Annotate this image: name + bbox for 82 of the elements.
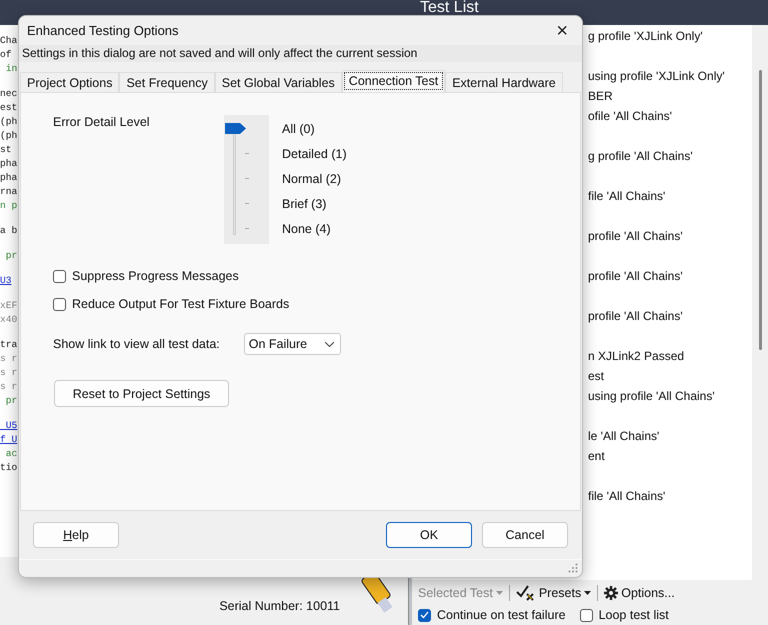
ok-button[interactable]: OK (386, 522, 472, 548)
level-label: Detailed (1) (282, 147, 347, 163)
code-line: s r (0, 366, 18, 380)
test-list-item[interactable]: profile 'All Chains' (588, 309, 683, 323)
tab[interactable]: Connection Test (342, 70, 446, 92)
checkbox-label: Continue on test failure (437, 608, 566, 622)
tab[interactable]: Set Frequency (119, 72, 215, 92)
caret-icon (496, 591, 503, 595)
tab[interactable]: Project Options (20, 72, 120, 92)
test-list-item[interactable]: file 'All Chains' (588, 489, 666, 503)
notice-text: Settings in this dialog are not saved and will only affect the current session (19, 45, 582, 62)
test-list-item[interactable]: n XJLink2 Passed (588, 349, 684, 363)
code-link[interactable]: U3 (0, 274, 12, 288)
checkbox[interactable] (53, 298, 66, 310)
test-list-item[interactable]: le 'All Chains' (588, 429, 660, 443)
tab[interactable]: Set Global Variables (214, 72, 342, 92)
checkbox[interactable] (418, 608, 431, 622)
reset-button[interactable]: Reset to Project Settings (54, 380, 229, 407)
test-list-item[interactable]: BER (588, 89, 613, 103)
close-button[interactable]: × (550, 20, 574, 40)
code-line: st (0, 143, 12, 157)
panel-title: Test List (420, 0, 479, 16)
code-line: nec (0, 87, 18, 101)
code-line: tio (0, 461, 18, 475)
checkbox-label: Suppress Progress Messages (72, 269, 239, 283)
code-line: (ph (0, 129, 18, 143)
code-line: (ph (0, 115, 18, 129)
caret-icon (584, 591, 592, 595)
test-list-item[interactable]: g profile 'XJLink Only' (588, 29, 703, 43)
code-line: est (0, 101, 18, 115)
test-list-item[interactable]: ofile 'All Chains' (588, 109, 672, 123)
level-slider[interactable] (224, 115, 269, 244)
code-line: of (0, 48, 12, 62)
code-line: in (4, 62, 18, 76)
code-line: xEF (0, 299, 18, 313)
code-line: pr (4, 249, 18, 263)
code-line: n p (0, 199, 18, 213)
test-list-item[interactable]: ent (588, 449, 605, 463)
code-line: x40 (0, 313, 18, 327)
code-link[interactable]: U5 (0, 419, 18, 433)
level-label: Brief (3) (282, 197, 328, 213)
test-list-item[interactable]: file 'All Chains' (588, 189, 666, 203)
dialog-title: Enhanced Testing Options (27, 23, 179, 38)
field-label: Show link to view all test data: (53, 337, 220, 351)
test-list-item[interactable]: profile 'All Chains' (588, 229, 683, 243)
code-line: pha (0, 171, 18, 185)
tab[interactable]: External Hardware (445, 72, 563, 92)
code-line: pr (4, 394, 18, 408)
test-list-item[interactable]: using profile 'All Chains' (588, 389, 715, 403)
field-label: Error Detail Level (53, 115, 151, 131)
code-line: s r (0, 380, 18, 394)
code-line: s r (0, 352, 18, 366)
settings-icon (604, 586, 618, 600)
code-link[interactable]: f U (0, 433, 18, 447)
cancel-button[interactable]: Cancel (482, 522, 568, 548)
check-cross-icon (516, 585, 536, 601)
help-button[interactable]: Help (33, 522, 119, 548)
test-list-item[interactable]: profile 'All Chains' (588, 269, 683, 283)
checkbox[interactable] (580, 608, 593, 622)
serial-number: Serial Number: 10011 (219, 599, 340, 613)
checkbox-label: Reduce Output For Test Fixture Boards (72, 297, 290, 311)
link-dropdown[interactable]: On Failure (244, 333, 341, 355)
code-line: Cha (0, 34, 18, 48)
slider-thumb[interactable] (225, 123, 246, 134)
checkbox-label: Loop test list (598, 608, 669, 622)
options-button[interactable]: Options... (604, 586, 675, 600)
chevron-icon (324, 342, 334, 346)
checkbox[interactable] (53, 270, 66, 282)
level-label: All (0) (282, 122, 316, 138)
code-line: rna (0, 185, 18, 199)
code-line: tra (0, 338, 18, 352)
code-line: a b (0, 224, 18, 238)
test-list-item[interactable]: g profile 'All Chains' (588, 149, 693, 163)
scrollbar[interactable] (758, 70, 762, 350)
code-line: ac (4, 447, 18, 461)
resize-grip-icon[interactable] (568, 563, 578, 573)
test-list-item[interactable]: est (588, 369, 604, 383)
presets-button[interactable]: Presets (516, 585, 592, 601)
level-label: Normal (2) (282, 172, 342, 188)
test-list-item[interactable]: using profile 'XJLink Only' (588, 69, 725, 83)
level-label: None (4) (282, 222, 332, 238)
code-line: pha (0, 157, 18, 171)
